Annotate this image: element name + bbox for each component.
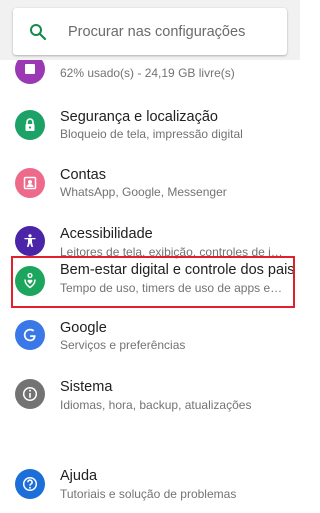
settings-item-subtitle: Bloqueio de tela, impressão digital bbox=[60, 127, 243, 141]
settings-item-accounts[interactable]: Contas WhatsApp, Google, Messenger bbox=[0, 153, 300, 213]
search-area: Procurar nas configurações bbox=[0, 0, 300, 60]
search-input[interactable]: Procurar nas configurações bbox=[68, 24, 245, 40]
settings-item-subtitle: Serviços e preferências bbox=[60, 338, 186, 352]
settings-item-subtitle: Tempo de uso, timers de uso de apps e h.… bbox=[60, 281, 284, 295]
settings-item-title: Google bbox=[60, 320, 107, 336]
settings-item-subtitle: Tutoriais e solução de problemas bbox=[60, 487, 237, 501]
account-icon bbox=[15, 168, 45, 198]
wellbeing-icon bbox=[15, 266, 45, 296]
settings-item-title: Acessibilidade bbox=[60, 226, 153, 242]
settings-item-title: Contas bbox=[60, 167, 106, 183]
settings-item-subtitle: Idiomas, hora, backup, atualizações bbox=[60, 398, 252, 412]
settings-item-title: Ajuda bbox=[60, 468, 98, 484]
settings-item-google[interactable]: Google Serviços e preferências bbox=[0, 313, 300, 373]
settings-item-digital-wellbeing[interactable]: Bem-estar digital e controle dos pais Te… bbox=[0, 256, 300, 316]
search-icon bbox=[28, 22, 48, 42]
settings-item-title: Segurança e localização bbox=[60, 109, 218, 125]
settings-item-security[interactable]: Segurança e localização Bloqueio de tela… bbox=[0, 95, 300, 155]
settings-item-title: Bem-estar digital e controle dos pais bbox=[60, 262, 295, 278]
settings-item-help[interactable]: Ajuda Tutoriais e solução de problemas bbox=[0, 432, 300, 501]
lock-icon bbox=[15, 110, 45, 140]
google-icon bbox=[15, 320, 45, 350]
settings-item-subtitle: WhatsApp, Google, Messenger bbox=[60, 185, 227, 199]
search-bar[interactable]: Procurar nas configurações bbox=[13, 8, 287, 55]
settings-item-system[interactable]: Sistema Idiomas, hora, backup, atualizaç… bbox=[0, 372, 300, 432]
help-icon bbox=[15, 469, 45, 499]
settings-item-title: Sistema bbox=[60, 379, 113, 395]
settings-item-subtitle: 62% usado(s) - 24,19 GB livre(s) bbox=[60, 66, 235, 80]
accessibility-icon bbox=[15, 226, 45, 256]
info-icon bbox=[15, 379, 45, 409]
